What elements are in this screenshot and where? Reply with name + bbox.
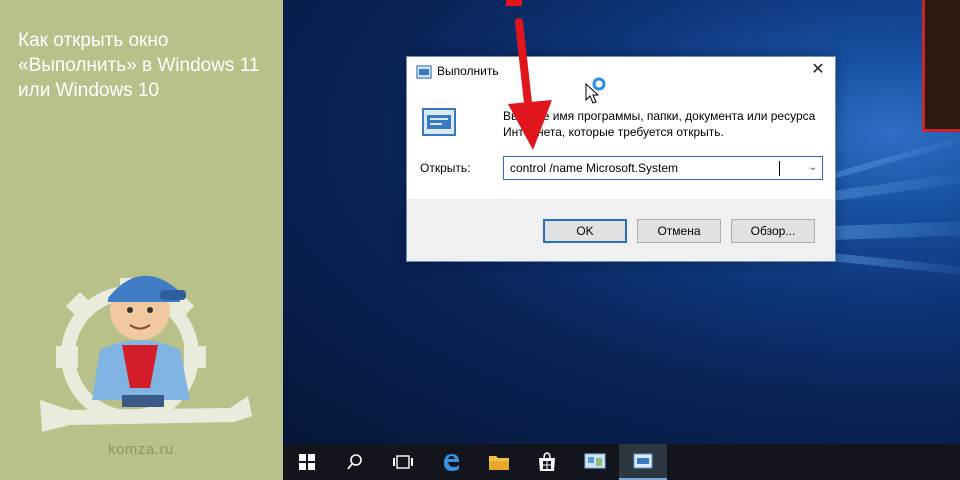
run-taskbar-icon[interactable] (619, 444, 667, 480)
search-icon[interactable] (331, 444, 379, 480)
dialog-description: Введите имя программы, папки, документа … (503, 109, 816, 139)
dialog-footer: OK Отмена Обзор... (407, 199, 835, 261)
run-icon (416, 65, 432, 79)
text-caret (779, 161, 780, 176)
mascot-illustration (40, 275, 252, 432)
windows-start-icon[interactable] (283, 444, 331, 480)
taskbar (283, 444, 960, 480)
ok-button[interactable]: OK (543, 219, 627, 243)
run-dialog: Выполнить ✕ Введите имя программы, папки… (406, 56, 836, 262)
site-brand: komza.ru (108, 441, 174, 458)
close-button[interactable]: ✕ (809, 61, 827, 79)
store-icon[interactable] (523, 444, 571, 480)
dialog-title: Выполнить (437, 64, 499, 78)
control-panel-icon[interactable] (571, 444, 619, 480)
chevron-down-icon[interactable]: ⌄ (806, 160, 820, 176)
article-title: Как открыть окно «Выполнить» в Windows 1… (18, 30, 260, 101)
task-view-icon[interactable] (379, 444, 427, 480)
open-input-value[interactable]: control /name Microsoft.System (510, 161, 678, 175)
file-explorer-icon[interactable] (475, 444, 523, 480)
edge-icon[interactable] (427, 444, 475, 480)
photo-thumbnail (922, 0, 960, 132)
cancel-button[interactable]: Отмена (637, 219, 721, 243)
open-label: Открыть: (420, 161, 471, 175)
busy-cursor-icon (585, 77, 606, 104)
open-combobox[interactable]: control /name Microsoft.System ⌄ (503, 156, 823, 180)
run-program-icon (422, 108, 456, 136)
article-side-panel: Как открыть окно «Выполнить» в Windows 1… (0, 0, 283, 480)
browse-button[interactable]: Обзор... (731, 219, 815, 243)
